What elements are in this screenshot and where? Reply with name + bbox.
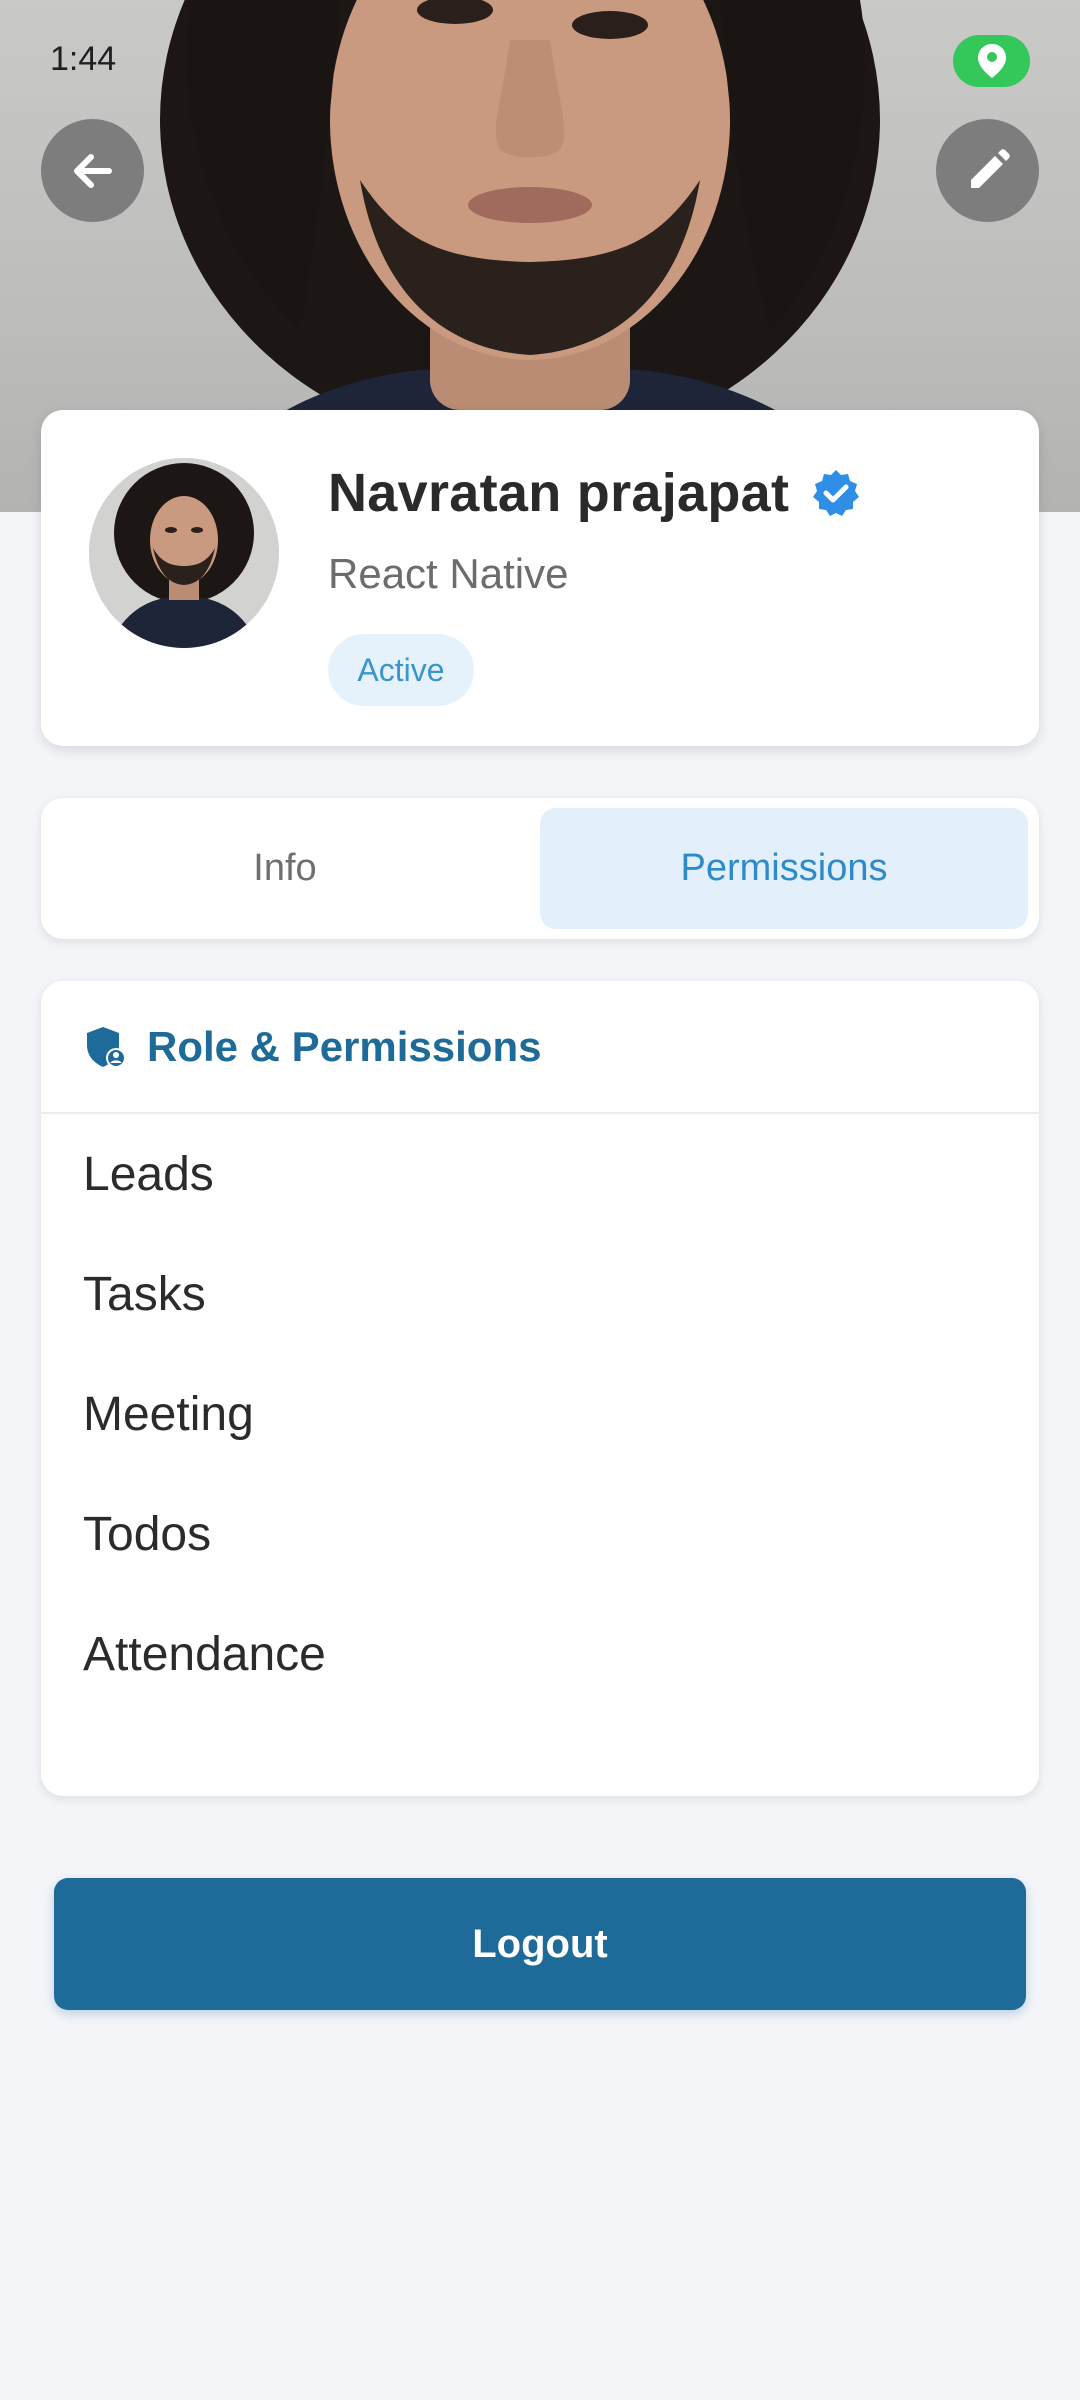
profile-name: Navratan prajapat (328, 463, 790, 523)
location-indicator (953, 35, 1030, 87)
edit-button[interactable] (936, 119, 1039, 222)
status-badge: Active (328, 634, 474, 706)
permissions-list: Leads Tasks Meeting Todos Attendance (83, 1114, 326, 1714)
status-bar-time: 1:44 (50, 40, 117, 78)
permission-item-meeting: Meeting (83, 1387, 254, 1441)
permission-item-leads: Leads (83, 1147, 214, 1201)
verified-badge-icon (813, 470, 860, 516)
tab-permissions[interactable]: Permissions (540, 808, 1028, 929)
pencil-icon (970, 148, 1010, 188)
logout-button[interactable]: Logout (54, 1878, 1026, 2010)
permission-item-attendance: Attendance (83, 1627, 326, 1681)
tab-info[interactable]: Info (41, 808, 529, 929)
profile-card: Navratan prajapat React Native Active (41, 410, 1039, 746)
permissions-card: Role & Permissions Leads Tasks Meeting T… (41, 981, 1039, 1796)
permissions-header: Role & Permissions (41, 981, 1039, 1114)
permissions-title: Role & Permissions (147, 1022, 542, 1070)
avatar-image (89, 458, 279, 648)
profile-role: React Native (328, 550, 569, 597)
back-button[interactable] (41, 119, 144, 222)
profile-tabs: Info Permissions (41, 798, 1039, 939)
shield-user-icon (87, 1026, 126, 1068)
arrow-left-icon (73, 153, 112, 188)
permission-item-todos: Todos (83, 1507, 212, 1561)
avatar[interactable] (89, 458, 279, 648)
location-pin-icon (977, 44, 1006, 78)
permission-item-tasks: Tasks (83, 1267, 206, 1321)
profile-name-row: Navratan prajapat (328, 458, 861, 528)
